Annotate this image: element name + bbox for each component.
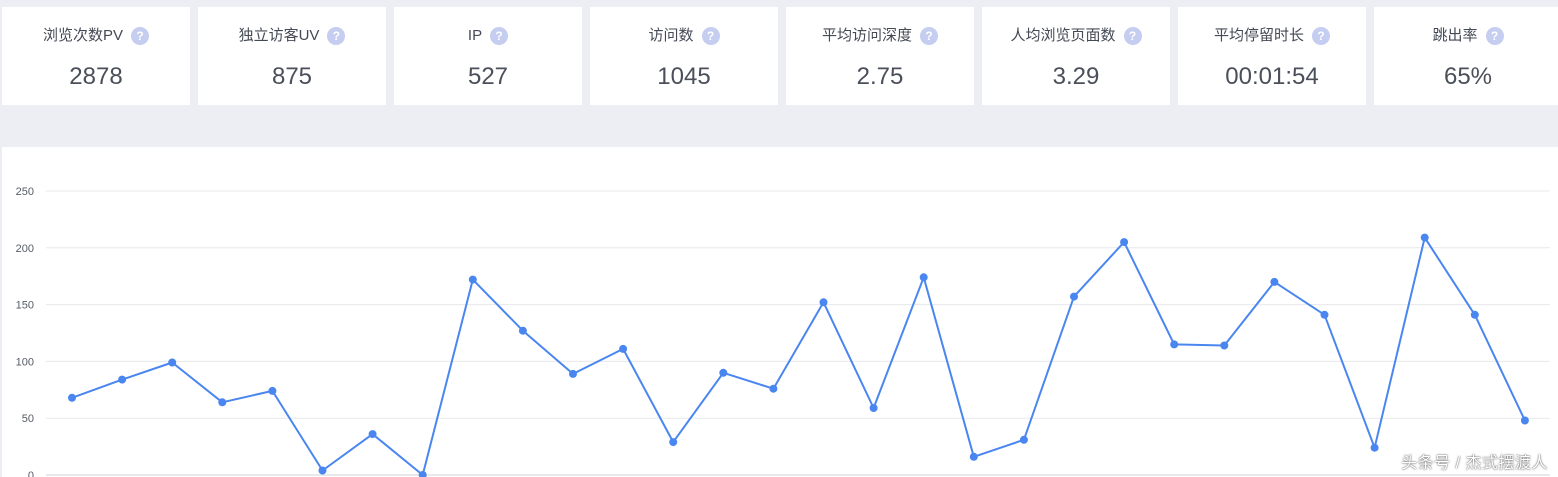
data-point[interactable] (869, 404, 878, 412)
data-point[interactable] (318, 466, 327, 475)
watermark: 头条号 / 杰式摆渡人 (1401, 455, 1548, 472)
data-point[interactable] (569, 369, 577, 378)
series-line (71, 236, 1526, 476)
data-point[interactable] (1170, 340, 1179, 349)
data-point[interactable] (719, 368, 728, 377)
stat-card: 平均停留时长? 00:01:54 (1178, 7, 1366, 105)
stat-label-row: 独立访客UV? (198, 26, 386, 46)
stat-label: 平均停留时长 (1213, 27, 1304, 45)
stat-value: 1045 (657, 63, 711, 90)
y-tick-label: 0 (28, 470, 34, 477)
stat-value: 875 (271, 63, 313, 90)
y-tick-label: 50 (22, 413, 34, 425)
help-icon[interactable]: ? (131, 27, 149, 46)
data-point[interactable] (669, 438, 678, 447)
data-point[interactable] (68, 393, 76, 402)
stat-label: 跳出率 (1432, 27, 1478, 45)
data-point[interactable] (468, 275, 477, 284)
stat-card: 人均浏览页面数? 3.29 (982, 7, 1170, 105)
stat-label: 访问数 (648, 27, 694, 45)
data-point[interactable] (268, 386, 277, 395)
data-point[interactable] (1420, 233, 1429, 242)
y-tick-label: 150 (16, 300, 34, 312)
help-icon[interactable]: ? (1312, 27, 1330, 46)
line-chart: 0 50 100 150 200 250 (16, 186, 1550, 477)
stat-value: 3.29 (1052, 63, 1100, 90)
data-point[interactable] (218, 398, 227, 407)
data-point[interactable] (368, 430, 377, 439)
data-point[interactable] (819, 298, 828, 307)
stat-card: 独立访客UV? 875 (198, 7, 386, 105)
data-point[interactable] (969, 452, 978, 461)
y-tick-label: 250 (16, 186, 34, 198)
stat-label-row: 平均访问深度? (786, 26, 974, 46)
y-tick-label: 100 (16, 356, 34, 368)
data-point[interactable] (168, 358, 177, 367)
stat-label: 平均访问深度 (821, 27, 912, 45)
data-point[interactable] (118, 375, 127, 384)
help-icon[interactable]: ? (1485, 27, 1504, 46)
data-point[interactable] (1320, 310, 1329, 319)
data-point[interactable] (1370, 443, 1379, 452)
stat-label: 人均浏览页面数 (1010, 27, 1116, 45)
data-point[interactable] (1019, 435, 1028, 444)
line-chart-panel: 0 50 100 150 200 250 头条号 / 杰式摆渡人 (2, 147, 1558, 477)
data-point[interactable] (1220, 341, 1229, 350)
help-icon[interactable]: ? (1123, 27, 1142, 46)
stat-card: IP? 527 (394, 7, 582, 105)
y-tick-label: 200 (16, 243, 34, 255)
data-point[interactable] (518, 326, 527, 335)
stat-label-row: 访问数? (590, 26, 778, 46)
stat-value: 2878 (69, 63, 123, 90)
stat-value: 65% (1443, 63, 1493, 90)
stat-label: 浏览次数PV (42, 27, 123, 45)
data-point[interactable] (1470, 310, 1479, 319)
stat-label-row: IP? (394, 26, 582, 46)
data-point[interactable] (919, 273, 928, 282)
data-point[interactable] (1070, 292, 1078, 301)
data-point[interactable] (619, 344, 628, 353)
stat-card: 浏览次数PV? 2878 (2, 7, 190, 105)
stat-label: 独立访客UV (238, 27, 320, 45)
stat-label-row: 人均浏览页面数? (982, 26, 1170, 46)
data-point[interactable] (1270, 277, 1279, 286)
help-icon[interactable]: ? (490, 27, 509, 46)
stat-label-row: 跳出率? (1374, 26, 1558, 46)
stats-row: 浏览次数PV? 2878 独立访客UV? 875 IP? 527 访问数? 1045 平均访问深… (2, 7, 1558, 105)
data-point[interactable] (769, 384, 778, 393)
stat-card: 访问数? 1045 (590, 7, 778, 105)
stat-value: 2.75 (856, 63, 904, 90)
stat-label-row: 浏览次数PV? (2, 26, 190, 46)
stat-label-row: 平均停留时长? (1178, 26, 1366, 46)
data-point[interactable] (1120, 238, 1129, 247)
stat-value: 00:01:54 (1225, 63, 1319, 90)
stat-card: 平均访问深度? 2.75 (786, 7, 974, 105)
data-point[interactable] (1520, 416, 1529, 425)
help-icon[interactable]: ? (701, 27, 720, 46)
stat-label: IP (467, 27, 483, 45)
help-icon[interactable]: ? (327, 27, 346, 46)
stat-card: 跳出率? 65% (1374, 7, 1558, 105)
stat-value: 527 (467, 63, 509, 90)
help-icon[interactable]: ? (920, 27, 938, 46)
